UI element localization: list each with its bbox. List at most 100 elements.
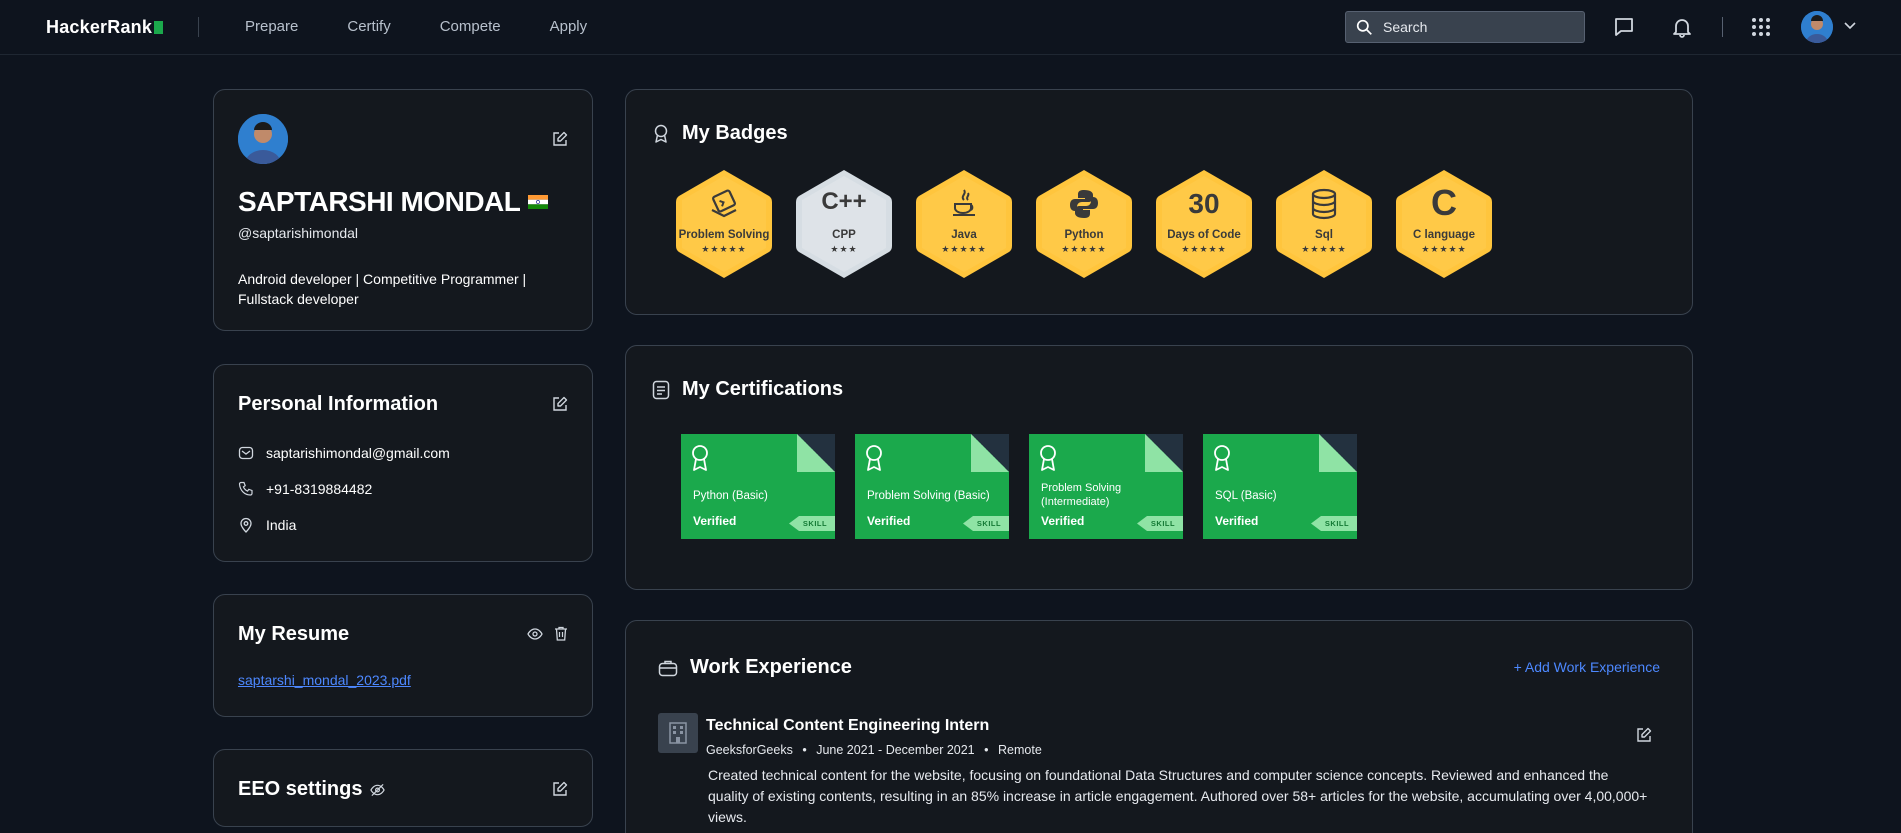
badge-stars: ★★★★★	[1301, 244, 1347, 254]
badge-hexagon	[1156, 170, 1252, 278]
nav-links: Prepare Certify Compete Apply	[245, 18, 587, 35]
certificate-python-basic[interactable]: Python (Basic) Verified SKILL	[681, 434, 835, 539]
job-mode: Remote	[998, 743, 1042, 757]
badge-sql[interactable]: Sql ★★★★★	[1274, 168, 1374, 280]
apps-grid-icon[interactable]	[1750, 16, 1772, 38]
badge-label: Java	[951, 229, 977, 241]
badge-stars: ★★★★★	[1181, 244, 1227, 254]
cpp-icon: C++	[821, 188, 867, 215]
certificate-name: SQL (Basic)	[1215, 490, 1277, 502]
badges-list: Problem Solving ★★★★★ C++ CPP ★★★ Java ★…	[674, 168, 1494, 280]
badges-card: My Badges Problem Solving ★★★★★ C++ CPP …	[625, 89, 1693, 315]
certificate-problem-solving-intermediate[interactable]: Problem Solving (Intermediate) Verified …	[1029, 434, 1183, 539]
profile-name-text: SAPTARSHI MONDAL	[238, 186, 521, 217]
add-work-experience-link[interactable]: + Add Work Experience	[1514, 659, 1660, 675]
badge-c-language[interactable]: C C language ★★★★★	[1394, 168, 1494, 280]
certificate-page-curl	[797, 434, 835, 472]
badge-ribbon-icon	[654, 124, 668, 143]
badge-stars: ★★★★★	[941, 244, 987, 254]
notifications-bell-icon[interactable]	[1671, 16, 1693, 38]
nav-vertical-divider	[1722, 17, 1723, 37]
award-ribbon-icon	[692, 445, 708, 471]
thirty-days-icon: 30	[1188, 188, 1220, 219]
badges-header: My Badges	[652, 122, 788, 145]
certificate-name: Problem Solving (Intermediate)	[1041, 482, 1122, 508]
briefcase-icon	[658, 660, 678, 676]
certificate-document-icon	[652, 380, 670, 399]
nav-link-apply[interactable]: Apply	[550, 18, 588, 35]
nav-link-compete[interactable]: Compete	[440, 18, 501, 35]
certificate-skill-tag: SKILL	[1311, 516, 1357, 531]
nav-link-prepare[interactable]: Prepare	[245, 18, 298, 35]
company-building-icon	[658, 713, 698, 753]
edit-profile-icon[interactable]	[552, 131, 568, 147]
search-input[interactable]	[1383, 19, 1573, 35]
badge-label: CPP	[832, 229, 856, 241]
location-value: India	[266, 517, 297, 533]
certificate-sql-basic[interactable]: SQL (Basic) Verified SKILL	[1203, 434, 1357, 539]
java-icon	[914, 188, 1014, 227]
search-icon	[1356, 19, 1372, 35]
terminal-icon	[674, 188, 774, 227]
eeo-settings-card: EEO settings	[213, 749, 593, 827]
certificate-page-curl	[971, 434, 1009, 472]
eye-off-icon	[370, 783, 386, 796]
email-value: saptarishimondal@gmail.com	[266, 445, 450, 461]
work-experience-header: Work Experience	[658, 656, 852, 679]
edit-personal-info-icon[interactable]	[552, 396, 568, 412]
certificate-problem-solving-basic[interactable]: Problem Solving (Basic) Verified SKILL	[855, 434, 1009, 539]
certificate-status: Verified	[1041, 514, 1085, 528]
eeo-title-text: EEO settings	[238, 778, 363, 800]
email-row: saptarishimondal@gmail.com	[238, 445, 450, 461]
badge-cpp[interactable]: C++ CPP ★★★	[794, 168, 894, 280]
badge-python[interactable]: Python ★★★★★	[1034, 168, 1134, 280]
meta-separator: •	[802, 743, 807, 757]
view-eye-icon[interactable]	[527, 627, 543, 641]
nav-link-certify[interactable]: Certify	[347, 18, 390, 35]
user-avatar[interactable]	[1801, 11, 1833, 43]
edit-eeo-icon[interactable]	[552, 781, 568, 797]
certificate-status: Verified	[693, 514, 737, 528]
india-flag-icon	[528, 195, 549, 209]
personal-information-card: Personal Information saptarishimondal@gm…	[213, 364, 593, 562]
delete-trash-icon[interactable]	[554, 626, 568, 641]
badge-hexagon	[796, 170, 892, 278]
profile-handle: @saptarishimondal	[238, 225, 359, 241]
personal-information-title: Personal Information	[238, 393, 439, 415]
certificate-status: Verified	[1215, 514, 1259, 528]
location-row: India	[238, 517, 296, 533]
job-meta: GeeksforGeeks • June 2021 - December 202…	[706, 743, 1042, 757]
work-experience-title: Work Experience	[690, 656, 852, 678]
badges-title: My Badges	[682, 122, 788, 144]
award-ribbon-icon	[1040, 445, 1056, 471]
certificate-name: Python (Basic)	[693, 490, 768, 502]
nav-divider	[198, 17, 199, 37]
resume-file-link[interactable]: saptarshi_mondal_2023.pdf	[238, 672, 411, 688]
certificate-page-curl	[1319, 434, 1357, 472]
badge-java[interactable]: Java ★★★★★	[914, 168, 1014, 280]
profile-avatar	[238, 114, 288, 164]
badge-stars: ★★★★★	[1061, 244, 1107, 254]
badge-label: Python	[1064, 229, 1104, 241]
award-ribbon-icon	[1214, 445, 1230, 471]
resume-card: My Resume saptarshi_mondal_2023.pdf	[213, 594, 593, 717]
profile-bio: Android developer | Competitive Programm…	[238, 271, 527, 307]
edit-work-experience-icon[interactable]	[1636, 727, 1652, 743]
phone-icon	[238, 481, 253, 496]
certificate-page-curl	[1145, 434, 1183, 472]
c-letter-icon: C	[1431, 182, 1457, 223]
badge-stars: ★★★★★	[1421, 244, 1467, 254]
logo-square-icon	[154, 21, 164, 34]
phone-value: +91-8319884482	[266, 481, 373, 497]
search-box[interactable]	[1345, 11, 1585, 43]
database-icon	[1274, 188, 1374, 227]
messages-icon[interactable]	[1613, 16, 1635, 38]
hackerrank-logo[interactable]: HackerRank	[46, 17, 164, 38]
badge-days-of-code[interactable]: 30 Days of Code ★★★★★	[1154, 168, 1254, 280]
chevron-down-icon[interactable]	[1843, 19, 1857, 33]
eeo-title: EEO settings	[238, 778, 386, 801]
certifications-header: My Certifications	[652, 378, 843, 401]
badge-problem-solving[interactable]: Problem Solving ★★★★★	[674, 168, 774, 280]
work-experience-card: Work Experience + Add Work Experience Te…	[625, 620, 1693, 833]
python-icon	[1034, 188, 1134, 227]
